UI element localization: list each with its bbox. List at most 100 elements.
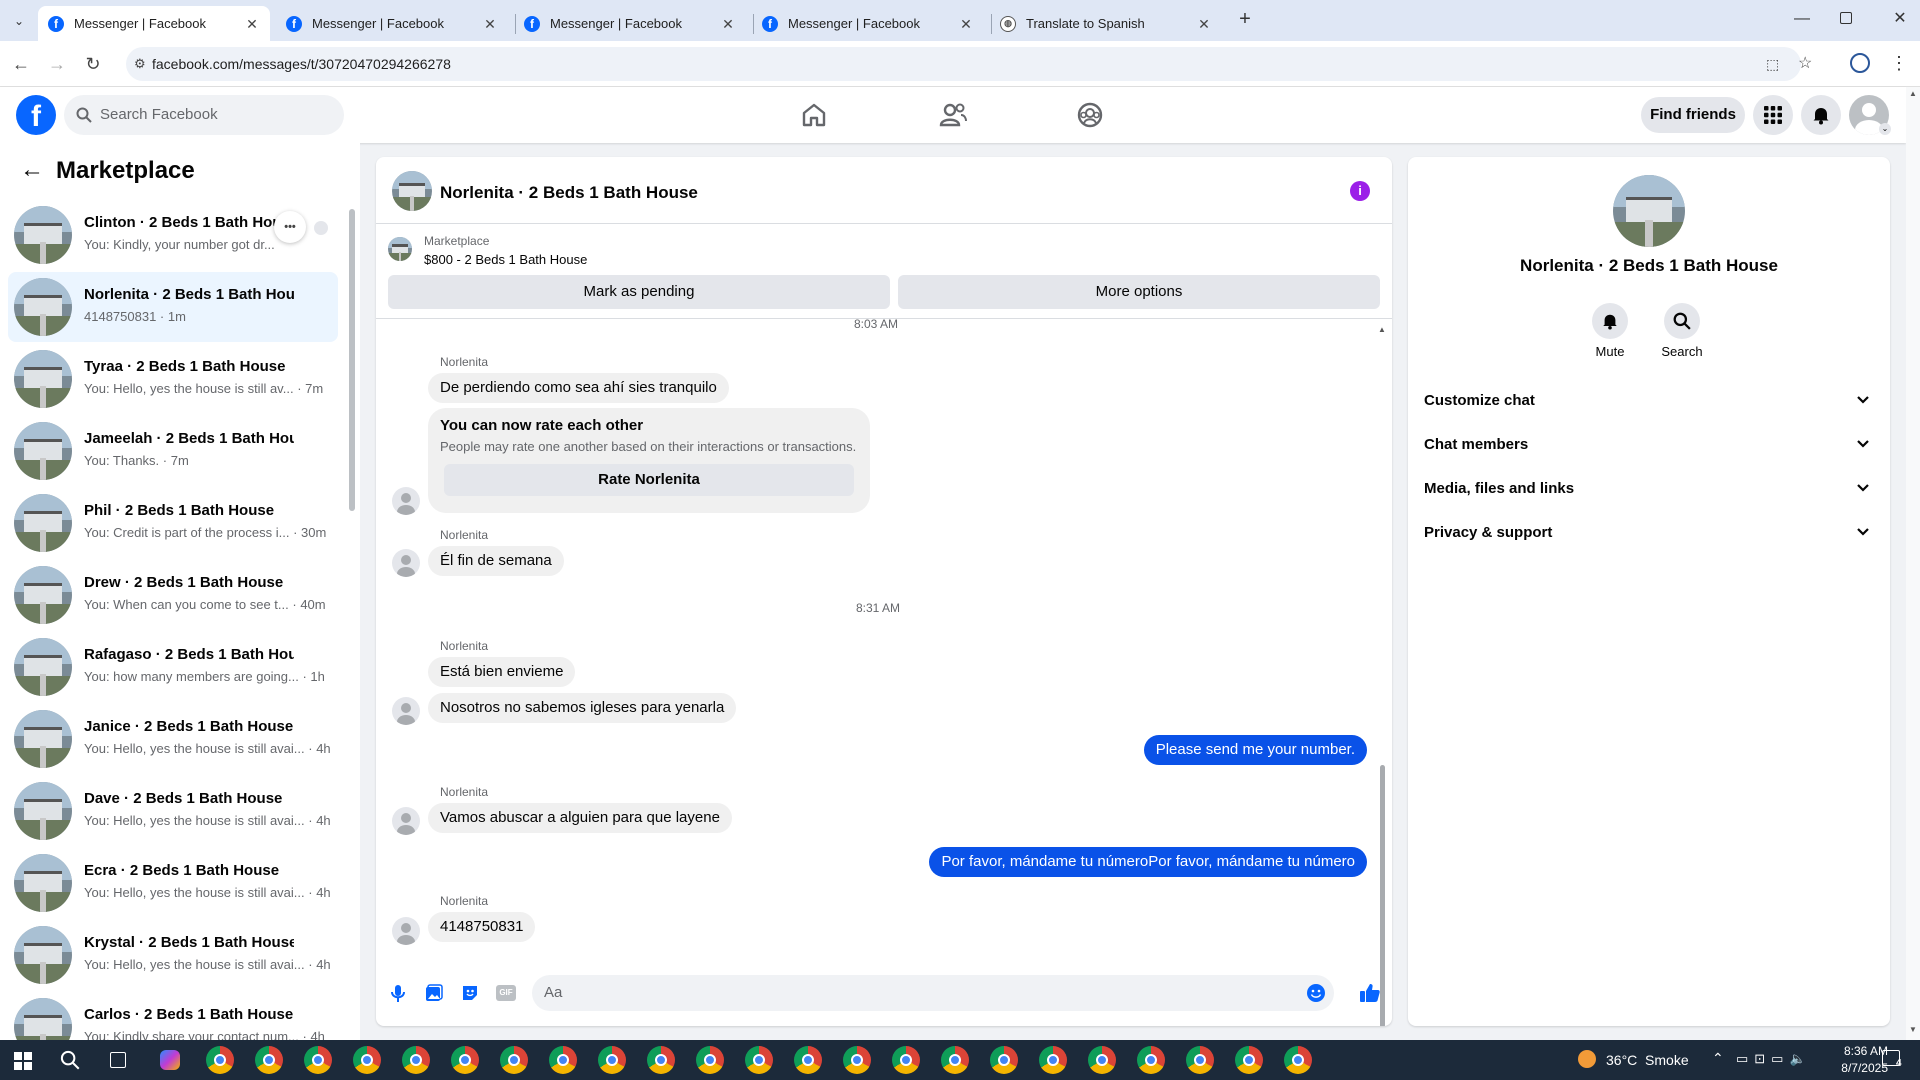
more-options-button[interactable]: More options — [898, 275, 1380, 309]
chrome-taskbar-icon[interactable] — [1284, 1046, 1312, 1074]
microphone-icon[interactable] — [388, 983, 408, 1003]
conversation-item[interactable]: Jameelah · 2 Beds 1 Bath House You: Thank… — [8, 416, 338, 486]
browser-tab-3[interactable]: f Messenger | Facebook ✕ — [514, 6, 746, 41]
chat-members-section[interactable]: Chat members — [1424, 423, 1870, 467]
clock-date[interactable]: 8/7/2025 — [1828, 1061, 1888, 1075]
weather-icon[interactable] — [1578, 1050, 1596, 1068]
copilot-icon[interactable] — [160, 1050, 180, 1070]
chrome-taskbar-icon[interactable] — [1186, 1046, 1214, 1074]
chrome-taskbar-icon[interactable] — [745, 1046, 773, 1074]
chrome-taskbar-icon[interactable] — [794, 1046, 822, 1074]
scroll-up-icon[interactable]: ▲ — [1378, 325, 1386, 334]
close-tab-icon[interactable]: ✕ — [244, 16, 260, 32]
reload-icon[interactable]: ↻ — [80, 51, 106, 77]
chrome-taskbar-icon[interactable] — [647, 1046, 675, 1074]
chrome-taskbar-icon[interactable] — [353, 1046, 381, 1074]
my-message-bubble[interactable]: Please send me your number. — [1143, 735, 1367, 765]
restore-window-icon[interactable] — [1840, 12, 1852, 24]
profile-icon[interactable] — [1850, 53, 1870, 73]
page-scrollbar[interactable]: ▲ ▼ — [1906, 87, 1920, 1040]
rate-norlenita-button[interactable]: Rate Norlenita — [444, 464, 854, 496]
chrome-taskbar-icon[interactable] — [843, 1046, 871, 1074]
browser-tab-2[interactable]: f Messenger | Facebook ✕ — [276, 6, 508, 41]
photo-icon[interactable] — [424, 983, 444, 1003]
account-chevron-icon[interactable]: ⌄ — [1879, 123, 1891, 135]
chrome-taskbar-icon[interactable] — [451, 1046, 479, 1074]
chrome-taskbar-icon[interactable] — [1137, 1046, 1165, 1074]
sender-avatar[interactable] — [392, 487, 420, 515]
browser-tab-4[interactable]: f Messenger | Facebook ✕ — [752, 6, 984, 41]
chrome-taskbar-icon[interactable] — [1039, 1046, 1067, 1074]
tab-search-button[interactable]: ⌄ — [8, 10, 30, 32]
chat-header-avatar[interactable] — [392, 171, 432, 211]
message-bubble[interactable]: Vamos abuscar a alguien para que layene — [428, 803, 732, 833]
chrome-taskbar-icon[interactable] — [304, 1046, 332, 1074]
customize-chat-section[interactable]: Customize chat — [1424, 379, 1870, 423]
show-hidden-icons-chevron-icon[interactable]: ⌃ — [1712, 1050, 1724, 1067]
sidebar-scrollbar[interactable] — [349, 197, 355, 1031]
back-arrow-icon[interactable]: ← — [20, 157, 44, 183]
minimize-window-icon[interactable]: — — [1792, 10, 1812, 30]
conversation-info-icon[interactable]: i — [1350, 181, 1370, 201]
contact-avatar[interactable] — [1613, 175, 1685, 247]
menu-grid-button[interactable] — [1753, 95, 1793, 135]
conversation-item[interactable]: Tyraa · 2 Beds 1 Bath House You: Hello, y… — [8, 344, 338, 414]
conversation-item[interactable]: Krystal · 2 Beds 1 Bath House You: Hello,… — [8, 920, 338, 990]
search-conversation-button[interactable] — [1664, 303, 1700, 339]
conversation-more-button[interactable]: ••• — [274, 211, 306, 243]
conversation-item[interactable]: Carlos · 2 Beds 1 Bath House You: Kindly … — [8, 992, 338, 1040]
close-tab-icon[interactable]: ✕ — [958, 16, 974, 32]
find-friends-button[interactable]: Find friends — [1641, 97, 1745, 133]
forward-arrow-icon[interactable]: → — [44, 51, 70, 77]
gif-icon[interactable]: GIF — [496, 985, 516, 1001]
clock-time[interactable]: 8:36 AM — [1828, 1044, 1888, 1058]
sticker-icon[interactable] — [460, 983, 480, 1003]
sender-avatar[interactable] — [392, 917, 420, 945]
privacy-support-section[interactable]: Privacy & support — [1424, 511, 1870, 555]
conversation-item[interactable]: Rafagaso · 2 Beds 1 Bath House You: how m… — [8, 632, 338, 702]
message-bubble[interactable]: De perdiendo como sea ahí sies tranquilo — [428, 373, 729, 403]
scroll-down-icon[interactable]: ▼ — [1909, 1025, 1917, 1034]
close-tab-icon[interactable]: ✕ — [720, 16, 736, 32]
back-arrow-icon[interactable]: ← — [8, 51, 34, 77]
chrome-taskbar-icon[interactable] — [598, 1046, 626, 1074]
facebook-logo[interactable]: f — [16, 95, 56, 135]
install-app-icon[interactable]: ⬚ — [1766, 47, 1779, 81]
emoji-icon[interactable] — [1306, 983, 1326, 1003]
chrome-taskbar-icon[interactable] — [500, 1046, 528, 1074]
notifications-button[interactable] — [1801, 95, 1841, 135]
message-bubble[interactable]: Nosotros no sabemos igleses para yenarla — [428, 693, 737, 723]
weather-text[interactable]: 36°C Smoke — [1606, 1052, 1689, 1068]
conversation-item[interactable]: Dave · 2 Beds 1 Bath House You: Hello, ye… — [8, 776, 338, 846]
sender-avatar[interactable] — [392, 697, 420, 725]
friends-icon[interactable] — [935, 97, 971, 133]
home-icon[interactable] — [796, 97, 832, 133]
mark-as-pending-button[interactable]: Mark as pending — [388, 275, 890, 309]
message-bubble[interactable]: Está bien envieme — [428, 657, 576, 687]
chrome-taskbar-icon[interactable] — [1235, 1046, 1263, 1074]
browser-menu-icon[interactable]: ⋮ — [1890, 51, 1908, 75]
chrome-taskbar-icon[interactable] — [941, 1046, 969, 1074]
chat-title[interactable]: Norlenita · 2 Beds 1 Bath House — [440, 183, 698, 203]
chrome-taskbar-icon[interactable] — [549, 1046, 577, 1074]
chrome-taskbar-icon[interactable] — [892, 1046, 920, 1074]
my-message-bubble[interactable]: Por favor, mándame tu númeroPor favor, m… — [929, 847, 1367, 877]
windows-start-icon[interactable] — [14, 1052, 32, 1070]
facebook-search-input[interactable]: Search Facebook — [64, 95, 344, 135]
conversation-item[interactable]: Norlenita · 2 Beds 1 Bath House 414875083… — [8, 272, 338, 342]
conversation-item[interactable]: Drew · 2 Beds 1 Bath House You: When can … — [8, 560, 338, 630]
task-view-icon[interactable] — [110, 1052, 126, 1068]
close-tab-icon[interactable]: ✕ — [482, 16, 498, 32]
media-files-links-section[interactable]: Media, files and links — [1424, 467, 1870, 511]
chrome-taskbar-icon[interactable] — [255, 1046, 283, 1074]
message-bubble[interactable]: Él fin de semana — [428, 546, 564, 576]
site-info-icon[interactable]: ⚙ — [134, 47, 146, 81]
chrome-taskbar-icon[interactable] — [696, 1046, 724, 1074]
chrome-taskbar-icon[interactable] — [990, 1046, 1018, 1074]
browser-tab-1[interactable]: f Messenger | Facebook ✕ — [38, 6, 270, 41]
groups-icon[interactable] — [1072, 97, 1108, 133]
conversation-item[interactable]: Ecra · 2 Beds 1 Bath House You: Hello, ye… — [8, 848, 338, 918]
mute-button[interactable] — [1592, 303, 1628, 339]
browser-tab-5[interactable]: ◍ Translate to Spanish ✕ — [990, 6, 1222, 41]
listing-title[interactable]: $800 - 2 Beds 1 Bath House — [424, 252, 587, 267]
